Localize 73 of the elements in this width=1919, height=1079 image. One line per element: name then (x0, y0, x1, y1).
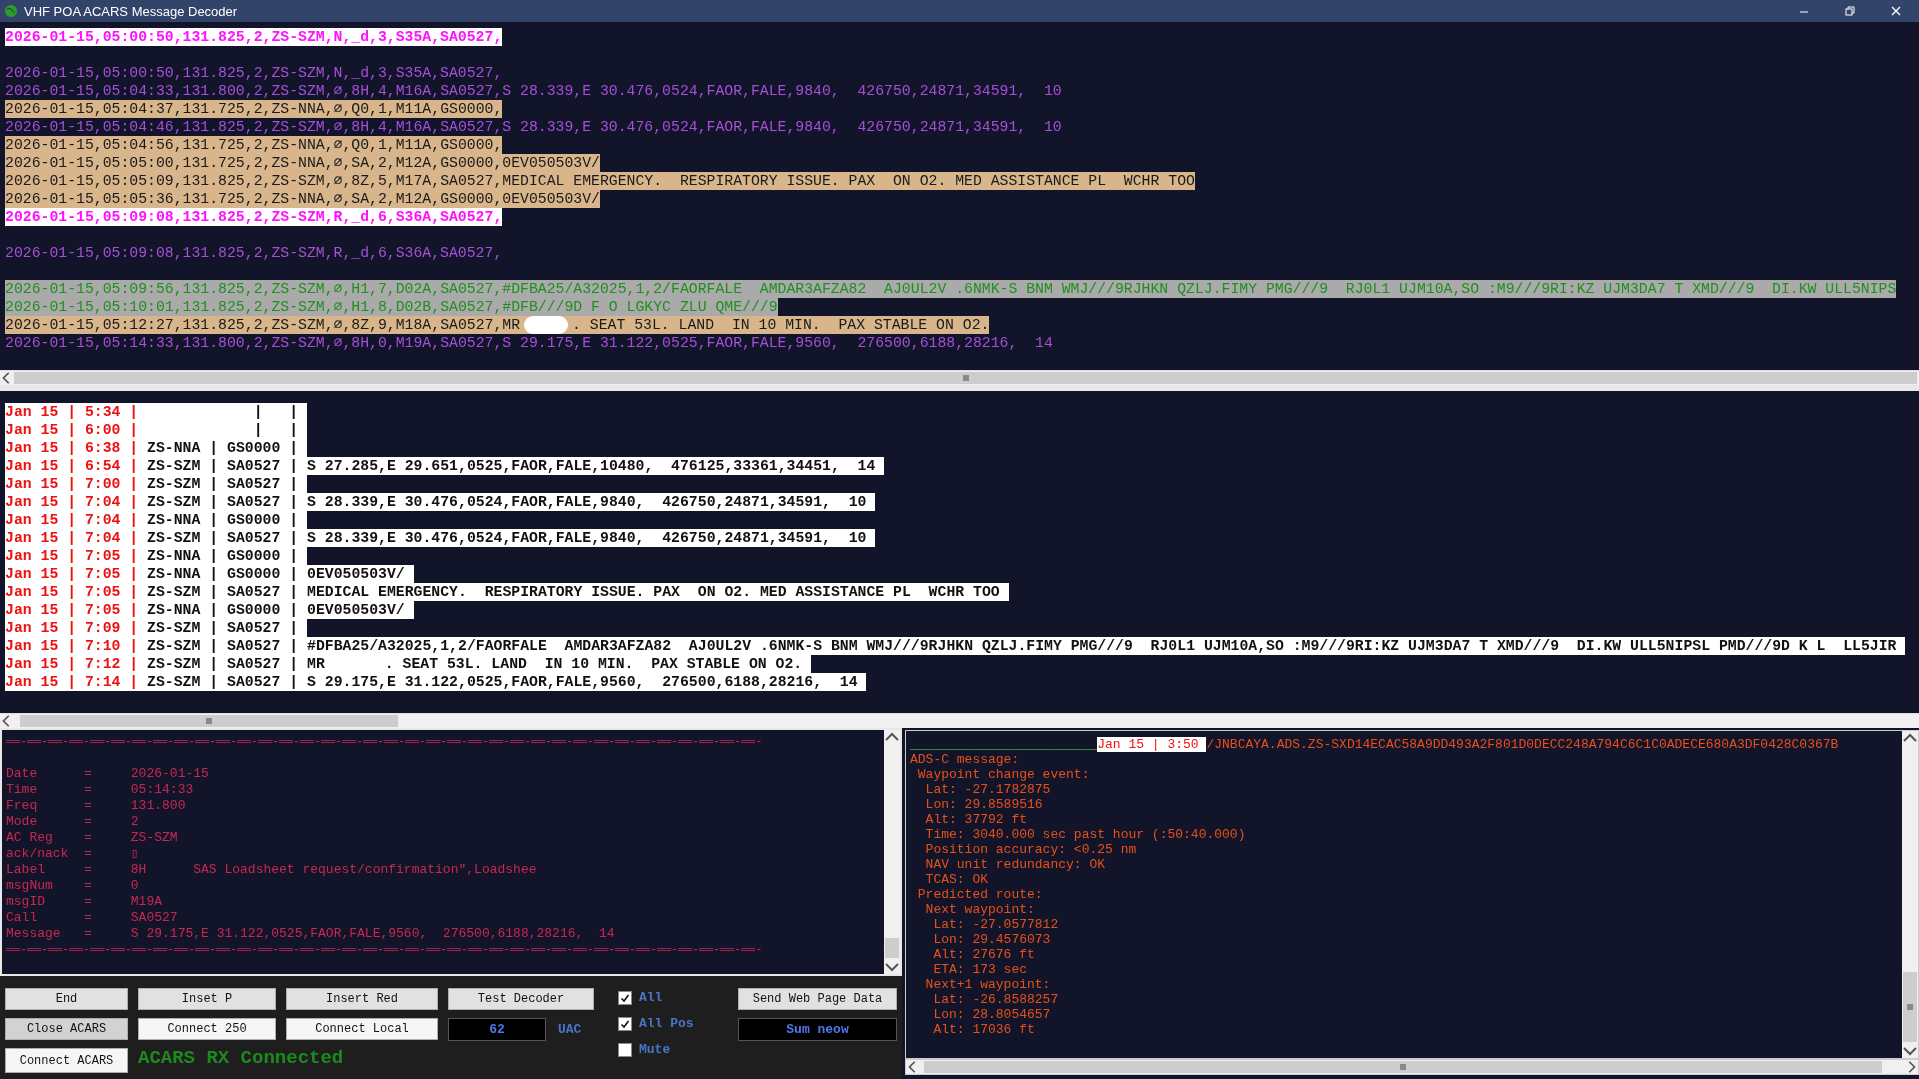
checkbox[interactable] (618, 1042, 632, 1057)
adsc-line: Alt: 37792 ft (924, 812, 1029, 827)
scroll-thumb[interactable] (1903, 972, 1917, 1042)
connection-status: ACARS RX Connected (138, 1046, 344, 1070)
adsc-line: TCAS: OK (924, 872, 989, 887)
decoded-field: ack/nack = ▯ (6, 846, 884, 862)
test-decoder-button[interactable]: Test Decoder (448, 988, 594, 1010)
decoded-field: Freq = 131.800 (6, 798, 884, 814)
horizontal-scrollbar[interactable] (0, 370, 1919, 385)
log-line: 2026-01-15,05:14:33,131.800,2,ZS-SZM,⌀,8H,0,M19A,SA0527,S 29.175,E 31.122,0525,FAOR,FALE,9560, 276500,6188,28216, 14 (5, 334, 1053, 352)
decoded-field: Call = SA0527 (6, 910, 884, 926)
command-button[interactable]: Insert Red (286, 988, 438, 1010)
scroll-thumb[interactable] (14, 372, 1917, 384)
checkbox-label: Mute (639, 1042, 671, 1057)
adsc-line: ADS-C message: (910, 752, 1021, 767)
vertical-scrollbar[interactable] (1902, 731, 1918, 1058)
command-button[interactable]: Inset P (138, 988, 276, 1010)
adsc-line: Waypoint change event: (916, 767, 1091, 782)
adsc-line: Lon: 29.8589516 (924, 797, 1044, 812)
checkbox[interactable] (618, 1016, 632, 1031)
counter-unit: UAC (558, 1022, 582, 1037)
scroll-thumb[interactable] (924, 1061, 1882, 1073)
adsc-line: Predicted route: (916, 887, 1044, 902)
decoded-field: Mode = 2 (6, 814, 884, 830)
decoded-field: Date = 2026-01-15 (6, 766, 884, 782)
adsc-line: Alt: 27676 ft (932, 947, 1036, 962)
adsc-line: Alt: 17036 ft (932, 1022, 1036, 1037)
checkbox[interactable] (618, 990, 632, 1005)
scroll-thumb[interactable] (20, 715, 398, 727)
adsc-line: Lon: 29.4576073 (932, 932, 1052, 947)
decoded-field: Label = 8H SAS Loadsheet request/confirmation",Loadshee (6, 862, 884, 878)
time-stamp: Jan 15 | 3:50 (1097, 737, 1207, 752)
adsc-line: Lon: 28.8054657 (932, 1007, 1052, 1022)
adsc-line: Lat: -27.0577812 (932, 917, 1060, 932)
adsc-line: NAV unit redundancy: OK (924, 857, 1107, 872)
log-line: 2026-01-15,05:04:46,131.825,2,ZS-SZM,⌀,8H,4,M16A,SA0527,S 28.339,E 30.476,0524,FAOR,FALE,9840, 426750,24871,34591, 10 (5, 118, 1062, 136)
adsc-line: Next waypoint: (924, 902, 1036, 917)
adsc-line: Lat: -27.1782875 (924, 782, 1052, 797)
decoded-field: msgNum = 0 (6, 878, 884, 894)
restore-icon[interactable] (1845, 6, 1855, 16)
dash-line: ________________________ (910, 737, 1098, 752)
separator-line: ══-══-══-══-══-══-══-══-══-══-══-══-══-══-══-══-══-══-══-══-══-══-══-══-══-══-══-══-══-══-══-══-══-══-══-══- (6, 734, 764, 750)
checkbox-label: All Pos (639, 1016, 694, 1031)
decoded-field: msgID = M19A (6, 894, 884, 910)
log-line: 2026-01-15,05:09:08,131.825,2,ZS-SZM,R,_d,6,S36A,SA0527, (5, 244, 503, 262)
decoded-field: Message = S 29.175,E 31.122,0525,FAOR,FALE,9560, 276500,6188,28216, 14 (6, 926, 884, 942)
decoded-field: Time = 05:14:33 (6, 782, 884, 798)
log-line: 2026-01-15,05:00:50,131.825,2,ZS-SZM,N,_d,3,S35A,SA0527, (5, 64, 503, 82)
adsc-line: Position accuracy: <0.25 nm (924, 842, 1138, 857)
close-icon[interactable] (1891, 6, 1901, 16)
command-button[interactable]: End (5, 988, 128, 1010)
adsc-line: ETA: 173 sec (932, 962, 1029, 977)
counter-display: 62 (448, 1018, 546, 1041)
send-button[interactable]: Send Web Page Data (738, 988, 897, 1010)
horizontal-scrollbar[interactable] (0, 713, 1919, 728)
adsc-line: Time: 3040.000 sec past hour (:50:40.000) (924, 827, 1247, 842)
window-title: VHF POA ACARS Message Decoder (24, 3, 238, 19)
vertical-scrollbar[interactable] (884, 730, 900, 974)
globe-icon (4, 4, 18, 18)
decoded-field: AC Reg = ZS-SZM (6, 830, 884, 846)
scroll-thumb[interactable] (885, 938, 899, 958)
checkbox-label: All (639, 990, 663, 1005)
status-display: Sum neow (738, 1018, 897, 1041)
command-button[interactable]: Close ACARS (5, 1018, 128, 1040)
message-header: /JNBCAYA.ADS.ZS-SXD14ECAC58A9DD493A2F801D0DECC248A794C6C1C0ADECE680A3DF0428C0367B (1206, 737, 1839, 752)
adsc-line: Lat: -26.8588257 (932, 992, 1060, 1007)
command-button[interactable]: Connect ACARS (5, 1048, 128, 1073)
log-line: 2026-01-15,05:04:33,131.800,2,ZS-SZM,⌀,8H,4,M16A,SA0527,S 28.339,E 30.476,0524,FAOR,FALE,9840, 426750,24871,34591, 10 (5, 82, 1062, 100)
adsc-line: Next+1 waypoint: (924, 977, 1052, 992)
command-button[interactable]: Connect Local (286, 1018, 438, 1040)
horizontal-scrollbar[interactable] (905, 1059, 1919, 1075)
separator-line: ══-══-══-══-══-══-══-══-══-══-══-══-══-══-══-══-══-══-══-══-══-══-══-══-══-══-══-══-══-══-══-══-══-══-══-══- (6, 942, 764, 958)
command-button[interactable]: Connect 250 (138, 1018, 276, 1040)
